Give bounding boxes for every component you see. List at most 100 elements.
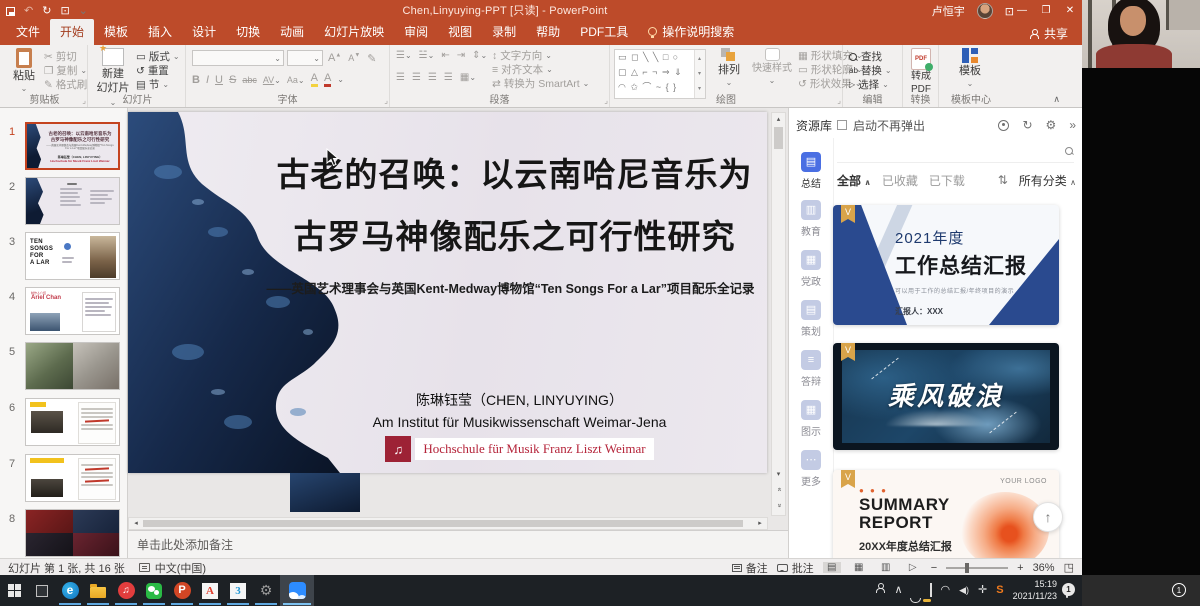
reading-view-button[interactable]: ▥ bbox=[877, 562, 895, 573]
startup-checkbox[interactable] bbox=[837, 120, 847, 130]
tab-animations[interactable]: 动画 bbox=[270, 19, 314, 45]
task-view-button[interactable] bbox=[28, 575, 56, 606]
slide-subtitle[interactable]: ——英国艺术理事会与英国Kent-Medway博物馆“Ten Songs For… bbox=[258, 278, 763, 297]
collapse-ribbon-button[interactable]: ∧ bbox=[1053, 94, 1060, 105]
replace-button[interactable]: ab替换⌄ bbox=[849, 64, 892, 78]
reset-button[interactable]: ↺重置 bbox=[136, 64, 180, 78]
language-status[interactable]: 中文(中国) bbox=[139, 560, 206, 576]
copy-button[interactable]: ❐复制⌄ bbox=[44, 64, 87, 78]
section-button[interactable]: ▤节⌄ bbox=[136, 78, 180, 92]
show-hidden-icons[interactable]: ∧ bbox=[894, 575, 902, 606]
save-icon[interactable] bbox=[6, 7, 15, 16]
paste-button[interactable]: 粘贴 ⌄ bbox=[8, 48, 40, 93]
line-spacing-button[interactable]: ⇕⌄ bbox=[472, 50, 487, 61]
collapse-panel-icon[interactable]: » bbox=[1069, 118, 1076, 132]
select-button[interactable]: ▷选择⌄ bbox=[849, 78, 892, 92]
convert-to-pdf-button[interactable]: PDF 转成PDF bbox=[910, 48, 932, 96]
vertical-scrollbar[interactable]: ▴ ▾ « » bbox=[771, 112, 786, 516]
format-painter-button[interactable]: ✎格式刷 bbox=[44, 78, 87, 92]
slideshow-view-button[interactable]: ▷ bbox=[904, 562, 922, 573]
tab-record[interactable]: 录制 bbox=[482, 19, 526, 45]
shrink-font-button[interactable]: A▼ bbox=[346, 52, 362, 64]
back-to-top-button[interactable]: ↑ bbox=[1033, 502, 1063, 532]
category-government[interactable]: ▦党政 bbox=[789, 250, 833, 288]
volume-icon[interactable]: ◀) bbox=[959, 575, 969, 606]
numbering-button[interactable]: ☱⌄ bbox=[419, 50, 435, 61]
zoom-slider[interactable] bbox=[946, 567, 1008, 569]
tab-pdf-tools[interactable]: PDF工具 bbox=[570, 19, 638, 45]
justify-button[interactable]: ☰ bbox=[444, 72, 453, 83]
template-card-1[interactable]: V 2021年度 工作总结汇报 可以用于工作的总结汇报/年终项目的演示 汇报人：… bbox=[833, 205, 1059, 325]
tell-me-search[interactable]: 操作说明搜索 bbox=[638, 19, 744, 45]
font-dialog-launcher[interactable]: ⌟ bbox=[384, 96, 388, 105]
taskbar-explorer[interactable] bbox=[84, 575, 112, 606]
tab-review[interactable]: 审阅 bbox=[394, 19, 438, 45]
scroll-right-button[interactable]: ▸ bbox=[753, 518, 767, 529]
taskbar-meeting-active[interactable] bbox=[280, 575, 314, 606]
avatar[interactable] bbox=[977, 3, 993, 19]
increase-indent-button[interactable]: ⇥ bbox=[457, 50, 465, 61]
text-direction-button[interactable]: ↕文字方向⌄ bbox=[492, 49, 589, 63]
taskbar-settings[interactable]: ⚙ bbox=[252, 575, 280, 606]
filter-downloaded[interactable]: 已下载 bbox=[929, 172, 965, 189]
filter-categories[interactable]: 所有分类 ∧ bbox=[1019, 172, 1076, 189]
tab-transitions[interactable]: 切换 bbox=[226, 19, 270, 45]
sort-icon[interactable]: ⇅ bbox=[998, 173, 1008, 187]
remote-icon[interactable]: ✛ bbox=[978, 575, 987, 606]
sogou-icon[interactable]: S bbox=[996, 575, 1003, 606]
strikethrough-button[interactable]: abc bbox=[242, 75, 257, 85]
tab-view[interactable]: 视图 bbox=[438, 19, 482, 45]
slide-canvas[interactable]: 古老的召唤：以云南哈尼音乐为 古罗马神像配乐之可行性研究 ——英国艺术理事会与英… bbox=[128, 112, 767, 473]
customize-qat-icon[interactable]: ⌄ bbox=[79, 6, 88, 17]
category-summary[interactable]: ▤总结 bbox=[789, 152, 833, 190]
layout-button[interactable]: ▭版式⌄ bbox=[136, 50, 180, 64]
account-icon[interactable] bbox=[998, 120, 1009, 131]
taskbar-wechat[interactable] bbox=[140, 575, 168, 606]
scroll-up-button[interactable]: ▴ bbox=[772, 113, 785, 126]
slide-thumbnail-7[interactable] bbox=[25, 454, 120, 502]
webcam-video[interactable] bbox=[1082, 0, 1200, 68]
tab-slideshow[interactable]: 幻灯片放映 bbox=[314, 19, 394, 45]
change-case-button[interactable]: Aa⌄ bbox=[287, 75, 305, 85]
zoom-out-button[interactable]: − bbox=[931, 562, 937, 574]
slide-sorter-view-button[interactable]: ▦ bbox=[850, 562, 868, 573]
display-icon[interactable] bbox=[930, 583, 932, 597]
tab-file[interactable]: 文件 bbox=[6, 19, 50, 45]
template-search-input[interactable] bbox=[837, 141, 1074, 163]
next-slide-button[interactable]: » bbox=[772, 499, 785, 512]
people-tray-icon[interactable] bbox=[875, 583, 885, 593]
restore-button[interactable]: ❐ bbox=[1034, 0, 1058, 22]
category-more[interactable]: ⋯更多 bbox=[789, 450, 833, 488]
clear-format-button[interactable]: ✎ bbox=[365, 52, 378, 65]
clipboard-dialog-launcher[interactable]: ⌟ bbox=[82, 96, 86, 105]
template-card-3[interactable]: V YOUR LOGO ● ● ● SUMMARYREPORT 20XX年度总结… bbox=[833, 470, 1059, 558]
tab-design[interactable]: 设计 bbox=[182, 19, 226, 45]
decrease-indent-button[interactable]: ⇤ bbox=[441, 50, 449, 61]
template-card-2[interactable]: V 乘风破浪 bbox=[833, 343, 1059, 450]
tab-help[interactable]: 帮助 bbox=[526, 19, 570, 45]
tab-home[interactable]: 开始 bbox=[50, 19, 94, 45]
font-name-select[interactable]: ⌄ bbox=[192, 50, 284, 66]
vertical-scroll-thumb[interactable] bbox=[774, 127, 783, 149]
filter-favorited[interactable]: 已收藏 bbox=[882, 172, 918, 189]
font-size-select[interactable]: ⌄ bbox=[287, 50, 323, 66]
find-button[interactable]: 查找 bbox=[849, 50, 892, 64]
notification-center[interactable]: 1 bbox=[1066, 585, 1068, 597]
category-defense[interactable]: ≡答辩 bbox=[789, 350, 833, 388]
fit-to-window-button[interactable]: ◳ bbox=[1064, 561, 1074, 574]
paragraph-dialog-launcher[interactable]: ⌟ bbox=[604, 96, 608, 105]
slide-thumbnail-1[interactable]: 古老的召唤：以云南哈尼音乐为古罗马神像配乐之可行性研究 ——英国艺术理事会与英国… bbox=[25, 122, 120, 170]
undo-icon[interactable]: ↶ bbox=[24, 6, 33, 17]
scroll-down-button[interactable]: ▾ bbox=[772, 468, 785, 481]
align-text-button[interactable]: ≡对齐文本⌄ bbox=[492, 63, 589, 77]
underline-button[interactable]: U bbox=[215, 74, 223, 86]
taskbar-wps[interactable]: A bbox=[196, 575, 224, 606]
align-right-button[interactable]: ☰ bbox=[428, 72, 437, 83]
align-center-button[interactable]: ☰ bbox=[412, 72, 421, 83]
bold-button[interactable]: B bbox=[192, 74, 200, 86]
drawing-dialog-launcher[interactable]: ⌟ bbox=[837, 96, 841, 105]
slide-thumbnail-8[interactable] bbox=[25, 509, 120, 557]
previous-slide-button[interactable]: « bbox=[772, 483, 785, 496]
settings-gear-icon[interactable]: ⚙ bbox=[1046, 118, 1057, 132]
slide-title-line1[interactable]: 古老的召唤：以云南哈尼音乐为 bbox=[268, 158, 761, 191]
